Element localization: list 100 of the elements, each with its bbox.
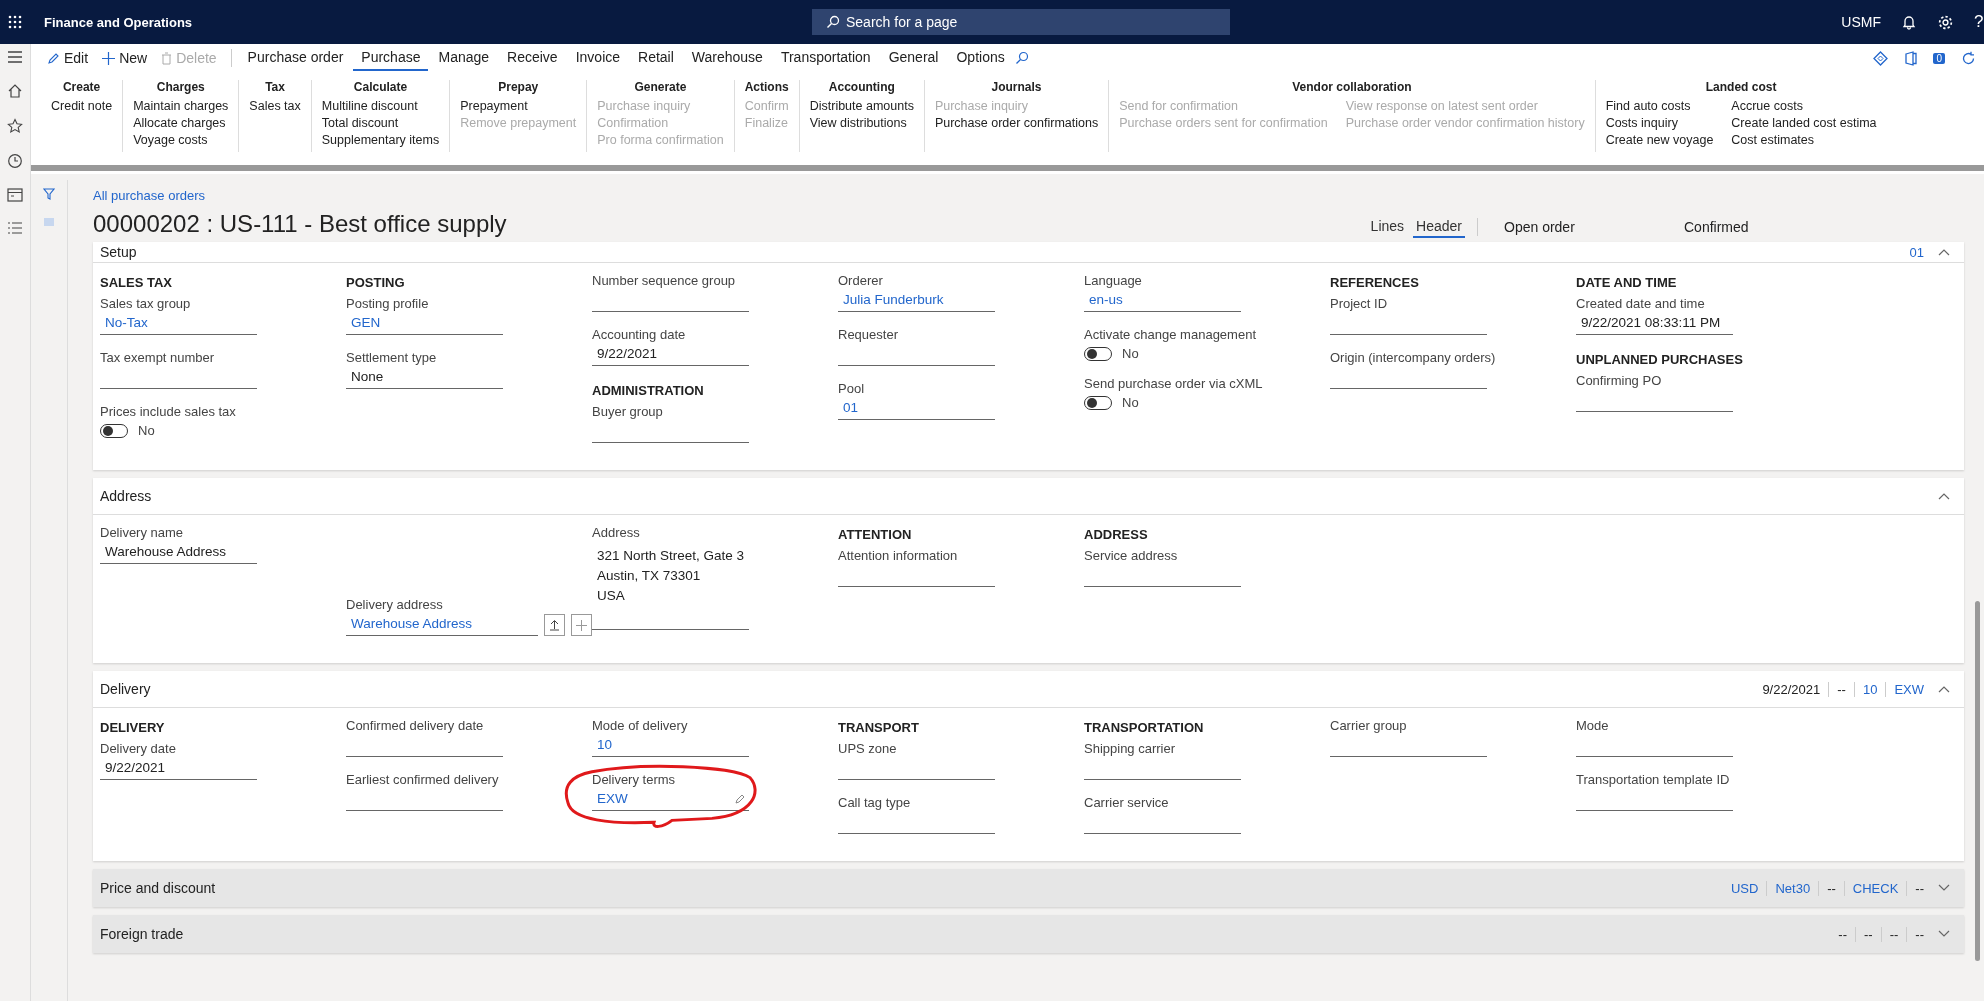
search-field[interactable]: Search for a page (812, 9, 1230, 35)
input-field[interactable]: 9/22/2021 (100, 756, 257, 780)
group-heading: SALES TAX (100, 275, 173, 290)
ribbon-command[interactable]: View distributions (809, 116, 914, 130)
input-field[interactable]: No-Tax (100, 311, 257, 335)
group-heading: DELIVERY (100, 720, 166, 735)
bell-icon[interactable] (1901, 14, 1917, 30)
ribbon-command[interactable]: Allocate charges (133, 116, 229, 130)
section-title[interactable]: Foreign trade (100, 926, 184, 942)
ribbon-command[interactable]: Costs inquiry (1605, 116, 1714, 130)
settings-icon[interactable] (1937, 13, 1954, 31)
refresh-icon[interactable] (1961, 50, 1976, 66)
add-button[interactable] (570, 614, 592, 636)
ribbon-command[interactable]: Prepayment (460, 99, 577, 113)
field-label: Delivery terms (592, 772, 677, 787)
input-field[interactable]: 01 (838, 396, 995, 420)
input-field[interactable]: None (346, 365, 503, 389)
vertical-scrollbar[interactable] (1974, 601, 1980, 961)
chevron-icon[interactable] (1938, 248, 1950, 256)
summary-value: Net30 (1767, 880, 1820, 896)
star-icon[interactable] (7, 118, 23, 134)
ribbon-command[interactable]: Create landed cost estima (1731, 116, 1877, 130)
summary-value: 9/22/2021 (1754, 681, 1830, 697)
input-field[interactable]: Warehouse Address (100, 540, 257, 564)
ribbon-command[interactable]: Supplementary items (321, 133, 440, 147)
ribbon-tab[interactable]: General (880, 45, 947, 71)
summary-value: -- (1830, 926, 1856, 942)
chevron-icon[interactable] (1938, 930, 1950, 938)
ribbon-tab[interactable]: Purchase order (239, 45, 352, 71)
group-heading: TRANSPORT (838, 720, 920, 735)
ribbon-tab[interactable]: Retail (630, 45, 682, 71)
horizontal-scrollbar[interactable] (31, 162, 1984, 174)
search-icon[interactable] (1014, 51, 1029, 65)
ribbon-command[interactable]: Create new voyage (1605, 133, 1714, 147)
input-field[interactable]: EXW (592, 787, 749, 811)
ribbon-tab[interactable]: Warehouse (683, 45, 771, 71)
field-label: Language (1084, 273, 1143, 288)
diamond-icon[interactable] (1873, 50, 1889, 66)
pencil-icon[interactable] (735, 793, 745, 804)
input-field[interactable]: Warehouse Address (346, 612, 538, 636)
upload-button[interactable] (543, 614, 565, 636)
input-field[interactable]: 9/22/2021 08:33:11 PM (1576, 311, 1733, 335)
summary-value: -- (1881, 926, 1908, 942)
field-label: Posting profile (346, 296, 430, 311)
ribbon-command[interactable]: Maintain charges (133, 99, 229, 113)
ribbon-command[interactable]: Distribute amounts (809, 99, 914, 113)
view-tab[interactable]: Header (1413, 216, 1465, 238)
company-selector[interactable]: USMF (1841, 14, 1881, 30)
view-tab[interactable]: Lines (1367, 216, 1408, 238)
breadcrumb-link[interactable]: All purchase orders (93, 188, 205, 203)
ribbon-tab[interactable]: Receive (499, 45, 566, 71)
ribbon-command[interactable]: Multiline discount (321, 99, 440, 113)
ribbon-command[interactable]: Accrue costs (1731, 99, 1877, 113)
summary-value: CHECK (1844, 880, 1908, 896)
section-title[interactable]: Address (100, 488, 152, 504)
section-title[interactable]: Setup (100, 244, 137, 260)
summary-value: -- (1914, 926, 1925, 942)
ribbon-command[interactable]: Credit note (51, 99, 113, 113)
chevron-icon[interactable] (1938, 685, 1950, 693)
section-title[interactable]: Price and discount (100, 880, 216, 896)
ribbon-tab[interactable]: Transportation (772, 45, 879, 71)
ribbon-command[interactable]: Cost estimates (1731, 133, 1877, 147)
filter-icon[interactable] (43, 188, 55, 200)
field-label: Delivery address (346, 597, 444, 612)
ribbon-command[interactable]: Total discount (321, 116, 440, 130)
input-field[interactable]: Julia Funderburk (838, 288, 995, 312)
app-launcher-icon[interactable] (8, 15, 22, 29)
ribbon-group-title: Generate (634, 80, 687, 94)
input-field[interactable]: 10 (592, 733, 749, 757)
menu-icon[interactable] (7, 50, 23, 64)
field-label: Orderer (838, 273, 884, 288)
calendar-icon[interactable] (7, 188, 23, 202)
toolbar-button[interactable]: Edit (41, 48, 95, 68)
ribbon-command[interactable]: Find auto costs (1605, 99, 1714, 113)
input-field[interactable]: en-us (1084, 288, 1241, 312)
field-label: Settlement type (346, 350, 438, 365)
summary-value: -- (1819, 880, 1845, 896)
ribbon-command[interactable]: Purchase order confirmations (934, 116, 1099, 130)
help-button[interactable]: ? (1974, 12, 1984, 32)
input-field[interactable]: GEN (346, 311, 503, 335)
office-icon[interactable] (1904, 50, 1918, 66)
section-title[interactable]: Delivery (100, 681, 151, 697)
ribbon-tab[interactable]: Invoice (567, 45, 629, 71)
field-label: Created date and time (1576, 296, 1706, 311)
field-label: Delivery name (100, 525, 185, 540)
chevron-icon[interactable] (1938, 884, 1950, 892)
home-icon[interactable] (7, 83, 23, 99)
ribbon-command[interactable]: Sales tax (249, 99, 301, 113)
ribbon-command[interactable]: Voyage costs (133, 133, 229, 147)
group-heading: POSTING (346, 275, 406, 290)
input-field[interactable]: 9/22/2021 (592, 342, 749, 366)
message-count-badge[interactable]: 0 (1933, 52, 1945, 64)
field-label: Sales tax group (100, 296, 192, 311)
clock-icon[interactable] (7, 153, 23, 169)
toolbar-button[interactable]: New (96, 48, 154, 68)
field-label: Number sequence group (592, 273, 737, 288)
chevron-icon[interactable] (1938, 492, 1950, 500)
ribbon-tab[interactable]: Options (948, 45, 1013, 71)
field-label: Prices include sales tax (100, 404, 237, 419)
ribbon-tab[interactable]: Manage (430, 45, 498, 71)
